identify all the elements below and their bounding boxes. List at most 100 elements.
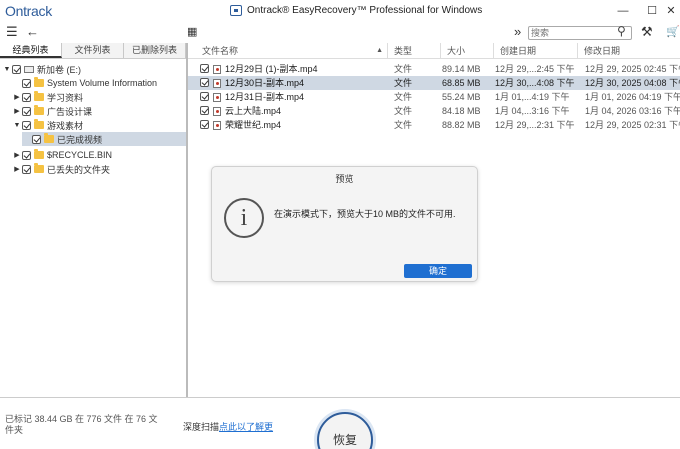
dialog-message: 在演示模式下，预览大于10 MB的文件不可用. (274, 209, 456, 219)
video-file-icon (213, 79, 221, 88)
file-modified: 12月 29, 2025 02:31 下午 (585, 120, 680, 130)
collapse-arrow-icon[interactable]: ▼ (2, 66, 12, 73)
expand-arrow-icon[interactable]: ▶ (12, 165, 22, 173)
checkbox[interactable] (22, 164, 31, 174)
file-size: 68.85 MB (442, 78, 481, 88)
file-table-header: 文件名称 ▲ 类型 大小 创建日期 修改日期 (188, 43, 680, 59)
table-row[interactable]: 荣耀世纪.mp4 文件 88.82 MB 12月 29,...2:31 下午 1… (188, 118, 680, 132)
file-name: 荣耀世纪.mp4 (225, 120, 282, 130)
search-icon[interactable]: ⚲ (617, 24, 626, 38)
file-modified: 1月 04, 2026 03:16 下午 (585, 106, 680, 116)
status-text: 已标记 38.44 GB 在 776 文件 在 76 文件夹 (5, 414, 158, 435)
file-created: 1月 01,...4:19 下午 (495, 92, 570, 102)
close-button[interactable]: ✕ (662, 3, 680, 19)
checkbox[interactable] (22, 106, 31, 116)
column-header-type[interactable]: 类型 (388, 43, 441, 59)
checkbox[interactable] (200, 120, 209, 129)
file-size: 88.82 MB (442, 120, 481, 130)
deep-scan-link[interactable]: 点此以了解更 (219, 422, 273, 432)
toolbar: ☰ ← ▦ » ⚲ ⚒ 🛒 (0, 23, 680, 43)
drive-icon (24, 65, 34, 73)
checkbox[interactable] (200, 64, 209, 73)
folder-icon (44, 133, 54, 143)
folder-icon (34, 91, 44, 101)
file-type: 文件 (394, 64, 413, 74)
minimize-button[interactable]: — (614, 3, 632, 19)
file-modified: 12月 30, 2025 04:08 下午 (585, 78, 680, 88)
tree-item-drive-e[interactable]: ▼ 新加卷 (E:) (2, 62, 81, 76)
checkbox[interactable] (12, 64, 21, 74)
column-header-size[interactable]: 大小 (441, 43, 494, 59)
back-arrow-icon[interactable]: ← (26, 23, 39, 41)
app-icon (230, 5, 242, 16)
video-file-icon (213, 121, 221, 130)
file-created: 12月 29,...2:31 下午 (495, 120, 575, 130)
hamburger-menu-icon[interactable]: ☰ (6, 23, 18, 41)
checkbox[interactable] (32, 134, 41, 144)
info-icon: i (224, 198, 264, 238)
file-type: 文件 (394, 78, 413, 88)
recover-button[interactable]: 恢复 (317, 412, 373, 449)
view-grid-icon[interactable]: ▦ (187, 23, 197, 41)
file-name: 12月30日-副本.mp4 (225, 78, 305, 88)
tree-item-label: 已丢失的文件夹 (47, 164, 111, 175)
tree-item-label: 广告设计课 (47, 106, 93, 117)
tree-item-recycle-bin[interactable]: ▶ $RECYCLE.BIN (12, 148, 112, 162)
tree-item-game-assets[interactable]: ▼ 游戏素材 (12, 118, 83, 132)
column-header-modified[interactable]: 修改日期 (578, 43, 680, 59)
window-title-text: Ontrack® EasyRecovery™ Professional for … (247, 5, 483, 16)
file-created: 1月 04,...3:16 下午 (495, 106, 570, 116)
tree-item-finished-videos[interactable]: 已完成视频 (22, 132, 186, 146)
tree-item-label: 已完成视频 (57, 134, 103, 145)
ok-button[interactable]: 确定 (404, 264, 472, 278)
table-row[interactable]: 12月30日-副本.mp4 文件 68.85 MB 12月 30,...4:08… (188, 76, 680, 90)
sort-ascending-icon[interactable]: ▲ (376, 43, 383, 59)
file-type: 文件 (394, 92, 413, 102)
file-modified: 12月 29, 2025 02:45 下午 (585, 64, 680, 74)
file-modified: 1月 01, 2026 04:19 下午 (585, 92, 680, 102)
tab-deleted-list[interactable]: 已删除列表 (124, 43, 186, 58)
tab-file-list[interactable]: 文件列表 (62, 43, 124, 58)
folder-icon (34, 77, 44, 87)
column-header-name[interactable]: 文件名称 ▲ (196, 43, 388, 59)
file-name: 云上大陆.mp4 (225, 106, 282, 116)
expand-arrow-icon[interactable]: ▶ (12, 151, 22, 159)
tree-item-system-volume-information[interactable]: System Volume Information (12, 76, 157, 90)
file-size: 89.14 MB (442, 64, 481, 74)
table-row[interactable]: 12月29日 (1)-副本.mp4 文件 89.14 MB 12月 29,...… (188, 62, 680, 76)
checkbox[interactable] (22, 78, 31, 88)
wrench-icon[interactable]: ⚒ (641, 23, 653, 41)
file-created: 12月 29,...2:45 下午 (495, 64, 575, 74)
folder-icon (34, 163, 44, 173)
checkbox[interactable] (22, 92, 31, 102)
folder-icon (34, 119, 44, 129)
tree-item-lost-folders[interactable]: ▶ 已丢失的文件夹 (12, 162, 110, 176)
maximize-button[interactable]: ☐ (643, 3, 661, 19)
brand-logo: Ontrack (5, 3, 52, 19)
checkbox[interactable] (22, 150, 31, 160)
column-header-created[interactable]: 创建日期 (494, 43, 578, 59)
checkbox[interactable] (200, 92, 209, 101)
checkbox[interactable] (22, 120, 31, 130)
expand-arrow-icon[interactable]: ▶ (12, 107, 22, 115)
expand-icon[interactable]: » (514, 23, 521, 41)
expand-arrow-icon[interactable]: ▶ (12, 93, 22, 101)
window-title: Ontrack® EasyRecovery™ Professional for … (230, 5, 482, 16)
table-row[interactable]: 云上大陆.mp4 文件 84.18 MB 1月 04,...3:16 下午 1月… (188, 104, 680, 118)
tree-item-label: System Volume Information (47, 78, 158, 88)
folder-icon (34, 149, 44, 159)
file-name: 12月29日 (1)-副本.mp4 (225, 64, 318, 74)
file-name: 12月31日-副本.mp4 (225, 92, 305, 102)
checkbox[interactable] (200, 106, 209, 115)
footer-divider (0, 397, 680, 398)
tree-item-ad-design-course[interactable]: ▶ 广告设计课 (12, 104, 92, 118)
deep-scan-label: 深度扫描 (183, 422, 220, 432)
table-row[interactable]: 12月31日-副本.mp4 文件 55.24 MB 1月 01,...4:19 … (188, 90, 680, 104)
cart-icon[interactable]: 🛒 (666, 23, 680, 41)
checkbox[interactable] (200, 78, 209, 87)
video-file-icon (213, 93, 221, 102)
preview-dialog: 预览 i 在演示模式下，预览大于10 MB的文件不可用. 确定 (211, 166, 478, 282)
tree-item-study-materials[interactable]: ▶ 学习资料 (12, 90, 83, 104)
tab-classic-list[interactable]: 经典列表 (0, 43, 62, 58)
collapse-arrow-icon[interactable]: ▼ (12, 122, 22, 129)
